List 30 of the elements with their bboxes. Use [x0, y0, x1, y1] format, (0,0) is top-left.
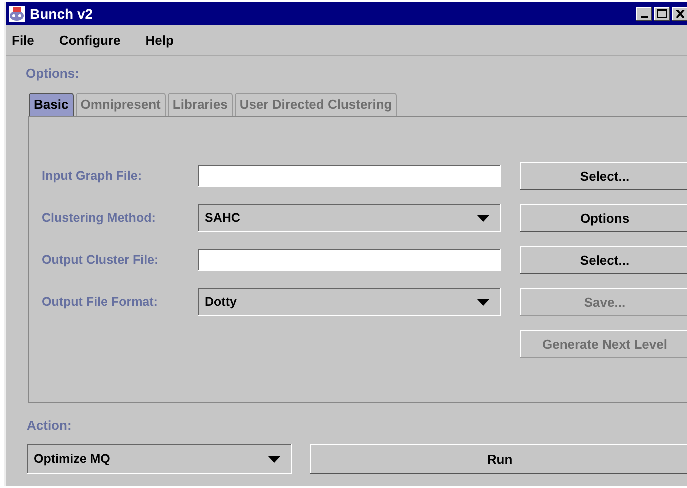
- minimize-button[interactable]: [636, 6, 652, 20]
- options-label: Options:: [26, 66, 80, 81]
- dropdown[interactable]: Dotty: [198, 288, 501, 316]
- dropdown-arrow-icon[interactable]: [477, 298, 490, 306]
- maximize-icon: [657, 9, 667, 18]
- field-label: Output Cluster File:: [42, 253, 160, 267]
- dropdown-arrow-icon[interactable]: [268, 456, 281, 462]
- window-title: Bunch v2: [30, 6, 94, 22]
- input-field[interactable]: [198, 165, 501, 187]
- dropdown[interactable]: SAHC: [198, 204, 501, 232]
- field-label: Input Graph File:: [42, 169, 143, 183]
- action-button[interactable]: Select...: [520, 162, 687, 190]
- menu-item[interactable]: Configure: [59, 32, 134, 48]
- tab[interactable]: Basic: [29, 93, 74, 116]
- action-button[interactable]: Options: [520, 204, 687, 232]
- action-label: Action:: [27, 418, 73, 433]
- action-button[interactable]: Select...: [520, 246, 687, 274]
- menu-item[interactable]: File: [12, 32, 48, 48]
- app-icon: [8, 4, 26, 22]
- dropdown-arrow-icon[interactable]: [477, 214, 490, 222]
- close-icon: [676, 10, 684, 18]
- field-label: Clustering Method:: [42, 211, 157, 225]
- field-label: Output File Format:: [42, 295, 159, 309]
- action-dropdown[interactable]: Optimize MQ: [27, 444, 292, 474]
- minimize-icon: [640, 16, 648, 18]
- close-button[interactable]: [672, 6, 687, 20]
- menu-item[interactable]: Help: [146, 32, 187, 48]
- run-button[interactable]: Run: [310, 444, 687, 474]
- maximize-button[interactable]: [654, 6, 670, 20]
- input-field[interactable]: [198, 249, 501, 271]
